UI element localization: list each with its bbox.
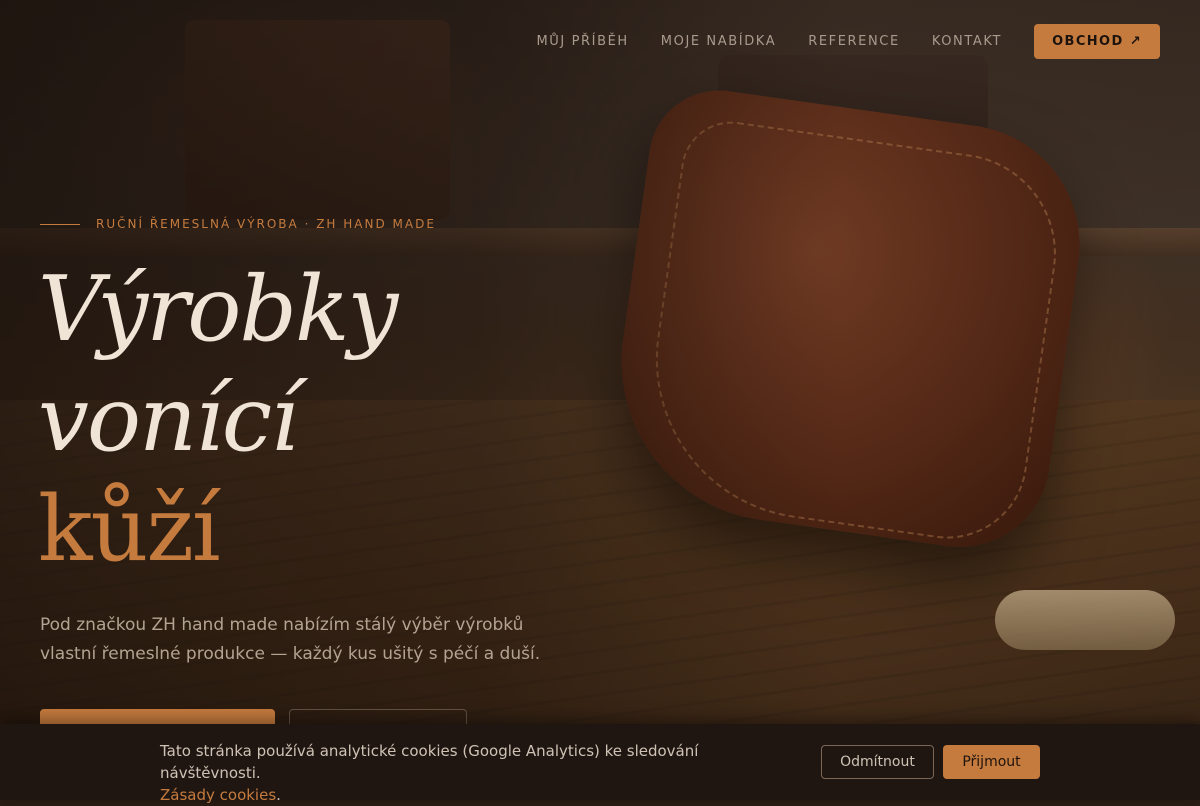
headline-line-1: Výrobky — [38, 257, 398, 362]
headline-line-2: vonící — [38, 367, 299, 472]
hero-lead: Pod značkou ZH hand made nabízím stálý v… — [40, 615, 541, 664]
hero-headline: Výrobky vonící kůží — [38, 255, 398, 585]
cookie-message: Tato stránka používá analytické cookies … — [160, 740, 800, 806]
headline-accent: kůží — [38, 477, 221, 582]
eyebrow-text: RUČNÍ ŘEMESLNÁ VÝROBA · ZH HAND MADE — [96, 217, 436, 231]
cookie-period: . — [276, 786, 281, 804]
decline-cookies-button[interactable]: Odmítnout — [821, 745, 934, 779]
cookie-policy-link[interactable]: Zásady cookies — [160, 786, 276, 804]
nav-link-contact[interactable]: KONTAKT — [932, 34, 1002, 49]
external-link-icon: ↗ — [1129, 34, 1142, 49]
nav-link-offer[interactable]: MOJE NABÍDKA — [661, 34, 776, 49]
accept-cookies-button[interactable]: Přijmout — [943, 745, 1040, 779]
shop-button-label: OBCHOD — [1052, 34, 1124, 49]
cookie-banner: Tato stránka používá analytické cookies … — [0, 724, 1200, 804]
shop-button[interactable]: OBCHOD ↗ — [1034, 24, 1160, 59]
eyebrow-line — [40, 223, 80, 225]
main-nav: MŮJ PŘÍBĚH MOJE NABÍDKA REFERENCE KONTAK… — [536, 24, 1160, 59]
nav-link-story[interactable]: MŮJ PŘÍBĚH — [536, 34, 628, 49]
cookie-message-text: Tato stránka používá analytické cookies … — [160, 742, 699, 782]
nav-link-references[interactable]: REFERENCE — [808, 34, 900, 49]
hero-eyebrow: RUČNÍ ŘEMESLNÁ VÝROBA · ZH HAND MADE — [40, 217, 436, 231]
